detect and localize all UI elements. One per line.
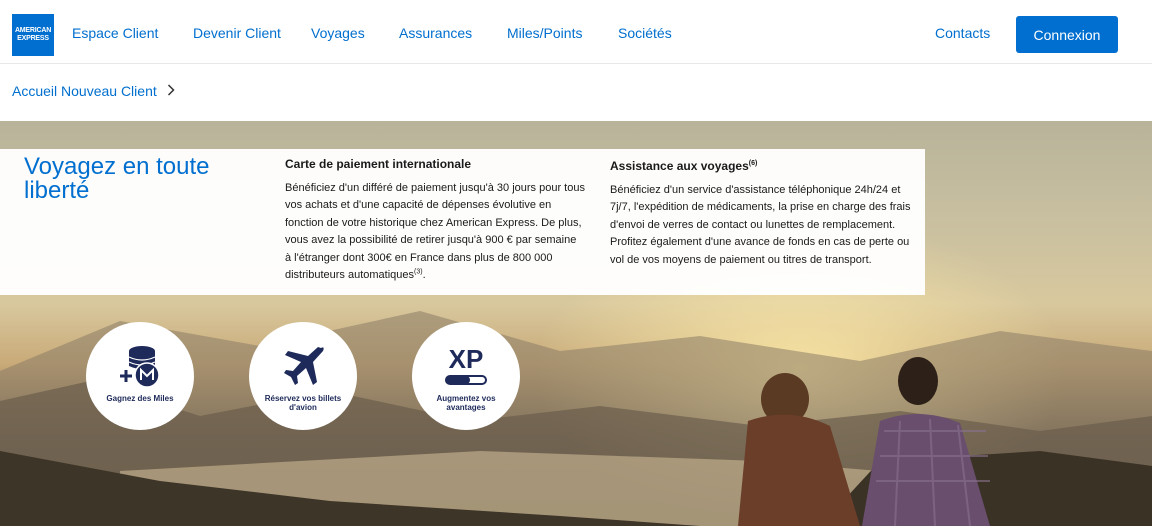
col-payment-heading: Carte de paiement internationale: [285, 157, 472, 171]
top-navigation: AMERICAN EXPRESS Espace Client Devenir C…: [0, 0, 1152, 64]
feature-flights[interactable]: Réservez vos billets d'avion: [249, 322, 357, 430]
nav-item-devenir-client[interactable]: Devenir Client: [193, 25, 281, 41]
feature-miles[interactable]: Gagnez des Miles: [86, 322, 194, 430]
chevron-right-icon: [167, 83, 175, 99]
breadcrumb[interactable]: Accueil Nouveau Client: [12, 83, 175, 99]
contacts-link[interactable]: Contacts: [935, 25, 990, 41]
xp-icon-text: XP: [449, 344, 484, 374]
col-payment-body: Bénéficiez d'un différé de paiement jusq…: [285, 180, 585, 284]
nav-item-espace-client[interactable]: Espace Client: [72, 25, 158, 41]
nav-item-miles-points[interactable]: Miles/Points: [507, 25, 582, 41]
nav-item-societes[interactable]: Sociétés: [618, 25, 672, 41]
nav-item-assurances[interactable]: Assurances: [399, 25, 472, 41]
col-payment-text: Bénéficiez d'un différé de paiement jusq…: [285, 182, 585, 282]
xp-icon: XP: [445, 344, 487, 385]
breadcrumb-label: Accueil Nouveau Client: [12, 83, 157, 99]
feature-xp-label: Augmentez vos avantages: [436, 394, 496, 412]
logo-line-2: EXPRESS: [17, 35, 49, 42]
feature-xp[interactable]: XP Augmentez vos avantages: [412, 322, 520, 430]
feature-miles-label: Gagnez des Miles: [106, 394, 174, 403]
amex-logo[interactable]: AMERICAN EXPRESS: [12, 14, 54, 56]
footnote-3: (3): [414, 268, 423, 276]
col-payment-tail: .: [422, 269, 426, 282]
hero-title: Voyagez en toute liberté: [24, 153, 210, 204]
airplane-icon: [284, 347, 324, 385]
col-assistance-heading-text: Assistance aux voyages: [610, 159, 749, 173]
footnote-6: (6): [748, 160, 758, 167]
login-button[interactable]: Connexion: [1016, 16, 1118, 53]
col-assistance-body: Bénéficiez d'un service d'assistance tél…: [610, 184, 911, 266]
col-assistance-heading: Assistance aux voyages(6): [610, 159, 757, 173]
nav-item-voyages[interactable]: Voyages: [311, 25, 365, 41]
feature-flights-label: Réservez vos billets d'avion: [264, 394, 342, 412]
miles-icon: [120, 346, 160, 388]
logo-line-1: AMERICAN: [14, 27, 52, 34]
